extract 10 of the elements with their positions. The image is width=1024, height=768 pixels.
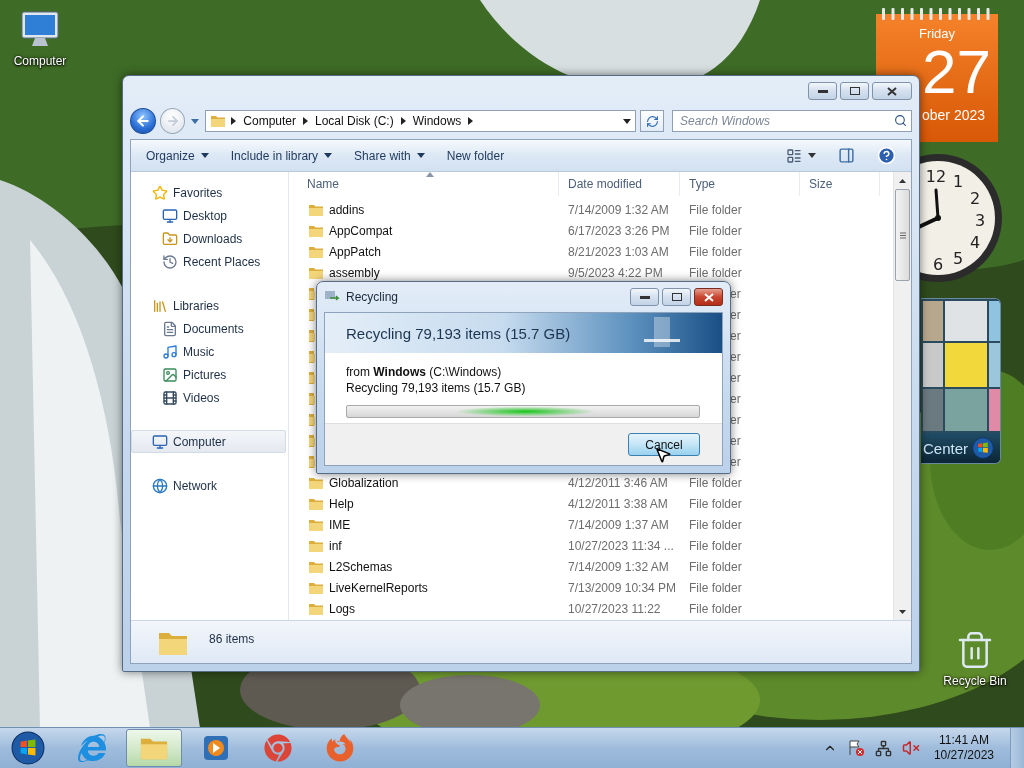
e-logo-icon: [78, 734, 106, 762]
network-icon: [874, 739, 892, 757]
fox-browser-icon: [326, 734, 354, 762]
media-player-icon: [202, 734, 230, 762]
taskbar-app-button[interactable]: [126, 729, 182, 767]
speaker-muted-icon: [901, 739, 920, 757]
tray-clock[interactable]: 11:41 AM 10/27/2023: [927, 733, 1000, 763]
start-orb-icon: [11, 731, 45, 765]
round-browser-icon: [264, 734, 292, 762]
flag-alert-icon: [846, 739, 865, 757]
